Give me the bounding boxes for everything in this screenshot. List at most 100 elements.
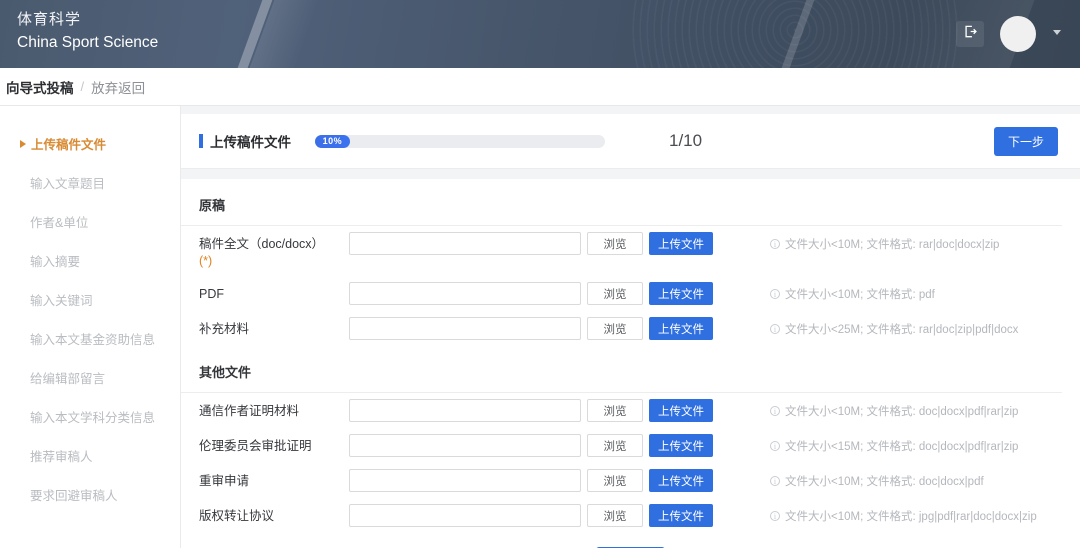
label-text: 补充材料 (199, 322, 249, 336)
upload-hint: i 文件大小<10M; 文件格式: jpg|pdf|rar|doc|docx|zi… (770, 504, 1037, 524)
sidebar-item-label: 给编辑部留言 (30, 368, 105, 387)
label-text: 通信作者证明材料 (199, 404, 299, 418)
sidebar-item-9[interactable]: 要求回避审稿人 (0, 475, 180, 514)
sidebar-item-6[interactable]: 给编辑部留言 (0, 358, 180, 397)
upload-hint-text: 文件大小<10M; 文件格式: doc|docx|pdf (785, 473, 984, 489)
section-title-1: 其他文件 (181, 346, 1062, 393)
sidebar-item-label: 输入本文学科分类信息 (30, 407, 155, 426)
info-icon: i (770, 476, 780, 486)
breadcrumb-separator: / (81, 79, 85, 94)
upload-hint: i 文件大小<10M; 文件格式: pdf (770, 282, 935, 302)
chevron-down-icon[interactable] (1052, 26, 1062, 42)
upload-hint-text: 文件大小<10M; 文件格式: rar|doc|docx|zip (785, 236, 999, 252)
sidebar-item-label: 上传稿件文件 (31, 134, 106, 153)
browse-button[interactable]: 浏览 (587, 232, 643, 255)
upload-file-button[interactable]: 上传文件 (649, 399, 713, 422)
upload-row-label: 重审申请 (199, 469, 349, 490)
sidebar-item-8[interactable]: 推荐审稿人 (0, 436, 180, 475)
upload-file-button[interactable]: 上传文件 (649, 469, 713, 492)
upload-hint-text: 文件大小<10M; 文件格式: jpg|pdf|rar|doc|docx|zip (785, 508, 1037, 524)
file-path-input[interactable] (349, 504, 581, 527)
breadcrumb-current[interactable]: 向导式投稿 (6, 77, 74, 97)
upload-file-button[interactable]: 上传文件 (649, 504, 713, 527)
next-step-button-top[interactable]: 下一步 (994, 127, 1058, 156)
upload-file-button[interactable]: 上传文件 (649, 282, 713, 305)
sidebar-item-5[interactable]: 输入本文基金资助信息 (0, 319, 180, 358)
sidebar-item-0[interactable]: 上传稿件文件 (0, 124, 180, 163)
sidebar-item-label: 作者&单位 (30, 212, 88, 231)
header-streak-decoration (215, 0, 287, 68)
label-text: 稿件全文（doc/docx） (199, 237, 324, 251)
upload-file-button[interactable]: 上传文件 (649, 232, 713, 255)
upload-row-label: PDF (199, 282, 349, 303)
sidebar: 上传稿件文件输入文章题目作者&单位输入摘要输入关键词输入本文基金资助信息给编辑部… (0, 106, 181, 548)
panel-head: 上传稿件文件 10% 1/10 下一步 (181, 114, 1080, 168)
browse-button[interactable]: 浏览 (587, 399, 643, 422)
info-icon: i (770, 289, 780, 299)
logout-button[interactable] (956, 21, 984, 47)
upload-row: PDF 浏览上传文件 i 文件大小<10M; 文件格式: pdf (181, 276, 1080, 311)
upload-hint-text: 文件大小<10M; 文件格式: doc|docx|pdf|rar|zip (785, 403, 1018, 419)
upload-row-label: 版权转让协议 (199, 504, 349, 525)
progress-fill: 10% (315, 135, 350, 148)
sidebar-item-label: 输入文章题目 (30, 173, 105, 192)
page-root: 体育科学 China Sport Science 向导式投稿 / 放弃返回 上传… (0, 0, 1080, 548)
sidebar-item-label: 输入本文基金资助信息 (30, 329, 155, 348)
brand-block: 体育科学 China Sport Science (17, 9, 158, 55)
upload-row: 稿件全文（doc/docx） (*) 浏览上传文件 i 文件大小<10M; 文件格式: … (181, 226, 1080, 276)
required-marker: (*) (199, 254, 212, 268)
sidebar-item-2[interactable]: 作者&单位 (0, 202, 180, 241)
upload-row: 重审申请 浏览上传文件 i 文件大小<10M; 文件格式: doc|docx|pdf (181, 463, 1080, 498)
file-path-input[interactable] (349, 232, 581, 255)
sidebar-item-label: 要求回避审稿人 (30, 485, 118, 504)
breadcrumb: 向导式投稿 / 放弃返回 (0, 68, 1080, 106)
sidebar-item-label: 输入摘要 (30, 251, 80, 270)
app-header: 体育科学 China Sport Science (0, 0, 1080, 68)
browse-button[interactable]: 浏览 (587, 504, 643, 527)
upload-hint-text: 文件大小<10M; 文件格式: pdf (785, 286, 935, 302)
brand-title-en: China Sport Science (17, 31, 158, 55)
file-path-input[interactable] (349, 399, 581, 422)
info-icon: i (770, 324, 780, 334)
breadcrumb-abandon-link[interactable]: 放弃返回 (91, 77, 145, 97)
sidebar-item-3[interactable]: 输入摘要 (0, 241, 180, 280)
browse-button[interactable]: 浏览 (587, 282, 643, 305)
upload-file-button[interactable]: 上传文件 (649, 317, 713, 340)
sidebar-item-1[interactable]: 输入文章题目 (0, 163, 180, 202)
file-path-input[interactable] (349, 317, 581, 340)
upload-row-label: 伦理委员会审批证明 (199, 434, 349, 455)
file-path-input[interactable] (349, 434, 581, 457)
file-path-input[interactable] (349, 469, 581, 492)
file-path-input[interactable] (349, 282, 581, 305)
brand-title-cn: 体育科学 (17, 9, 158, 31)
upload-row-label: 稿件全文（doc/docx） (*) (199, 232, 349, 270)
info-icon: i (770, 239, 780, 249)
sidebar-item-4[interactable]: 输入关键词 (0, 280, 180, 319)
upload-hint: i文件大小<25M; 文件格式: rar|doc|zip|pdf|docx (770, 317, 1018, 337)
avatar[interactable] (1000, 16, 1036, 52)
info-icon: i (770, 511, 780, 521)
browse-button[interactable]: 浏览 (587, 317, 643, 340)
progress-label: 10% (323, 136, 343, 146)
upload-row-label: 通信作者证明材料 (199, 399, 349, 420)
step-panel-header: 上传稿件文件 10% 1/10 下一步 (181, 114, 1080, 169)
upload-hint: i 文件大小<10M; 文件格式: doc|docx|pdf (770, 469, 984, 489)
upload-row-label: 补充材料 (199, 317, 349, 338)
upload-hint: i 文件大小<10M; 文件格式: rar|doc|docx|zip (770, 232, 999, 252)
sidebar-item-7[interactable]: 输入本文学科分类信息 (0, 397, 180, 436)
page-title: 上传稿件文件 (210, 131, 291, 151)
browse-button[interactable]: 浏览 (587, 434, 643, 457)
page-body: 上传稿件文件输入文章题目作者&单位输入摘要输入关键词输入本文基金资助信息给编辑部… (0, 106, 1080, 548)
browse-button[interactable]: 浏览 (587, 469, 643, 492)
upload-file-button[interactable]: 上传文件 (649, 434, 713, 457)
info-icon: i (770, 441, 780, 451)
progress-track (315, 135, 605, 148)
upload-row: 补充材料 浏览上传文件 i文件大小<25M; 文件格式: rar|doc|zip|p… (181, 311, 1080, 346)
sidebar-item-label: 推荐审稿人 (30, 446, 93, 465)
header-rings-decoration (630, 0, 960, 68)
step-counter: 1/10 (669, 131, 702, 151)
label-text: PDF (199, 287, 224, 301)
upload-hint: i文件大小<15M; 文件格式: doc|docx|pdf|rar|zip (770, 434, 1018, 454)
upload-row: 通信作者证明材料 浏览上传文件 i文件大小<10M; 文件格式: doc|docx|… (181, 393, 1080, 428)
upload-hint: i文件大小<10M; 文件格式: doc|docx|pdf|rar|zip (770, 399, 1018, 419)
